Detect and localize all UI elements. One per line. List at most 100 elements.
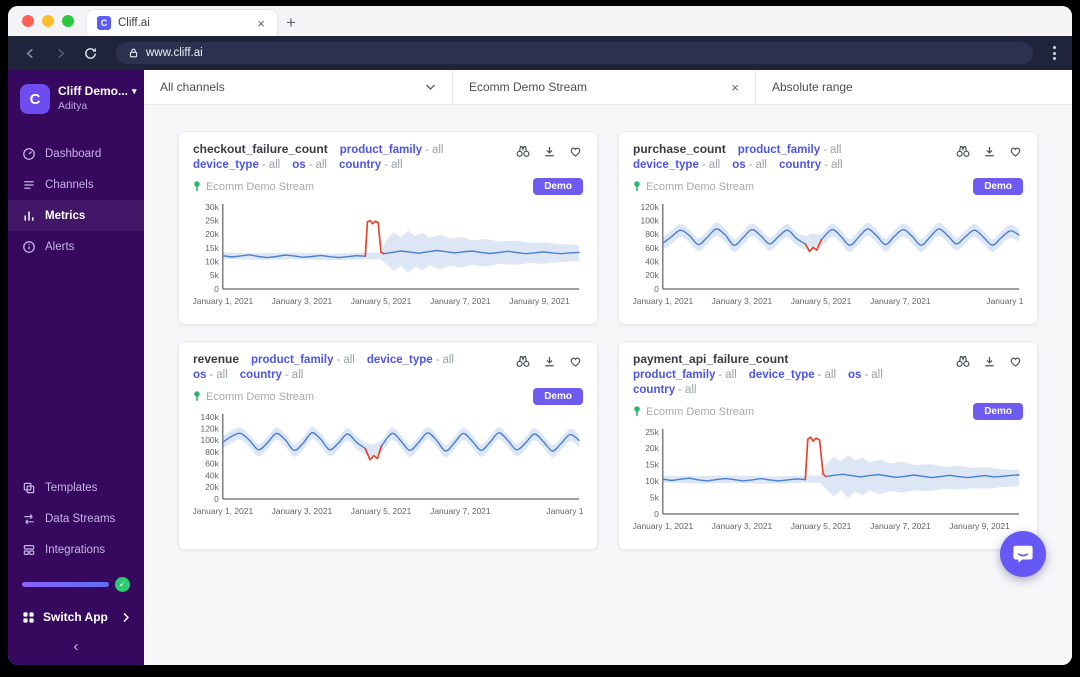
stream-status-icon xyxy=(634,406,640,416)
sidebar-item-templates[interactable]: Templates xyxy=(8,472,144,503)
x-tick-label: January 9, 2021 xyxy=(509,296,570,306)
browser-tab[interactable]: C Cliff.ai × xyxy=(86,9,278,36)
y-tick-label: 40k xyxy=(645,256,659,266)
y-tick-label: 10k xyxy=(645,476,659,486)
stream-name: Ecomm Demo Stream xyxy=(206,390,315,403)
dashboard-icon xyxy=(23,147,35,160)
metric-chart: 0 20k 40k 60k 80k 100k 120k 140k January 1, 2021… xyxy=(193,411,612,528)
sidebar-item-label: Channels xyxy=(45,178,94,191)
workspace-switcher[interactable]: C Cliff Demo... ▾ Aditya xyxy=(8,70,144,124)
metric-tag[interactable]: device_type - all xyxy=(193,159,280,171)
favorite-heart-icon[interactable] xyxy=(568,354,583,369)
metric-tag[interactable]: device_type - all xyxy=(367,354,454,366)
metric-tag[interactable]: os - all xyxy=(732,159,767,171)
templates-icon xyxy=(23,482,35,493)
metric-tag[interactable]: country - all xyxy=(339,159,403,171)
range-filter-dropdown[interactable]: Absolute range xyxy=(756,70,1072,104)
metric-tag[interactable]: os - all xyxy=(193,369,228,381)
range-filter-label: Absolute range xyxy=(772,80,853,94)
channels-filter-label: All channels xyxy=(160,80,225,94)
channels-filter-dropdown[interactable]: All channels xyxy=(144,70,453,104)
sidebar-item-label: Alerts xyxy=(45,240,75,253)
switch-app-button[interactable]: Switch App xyxy=(8,600,144,634)
metric-tag[interactable]: country - all xyxy=(633,384,697,396)
channels-icon xyxy=(24,180,34,189)
sidebar-item-dashboard[interactable]: Dashboard xyxy=(8,138,144,169)
metric-chart: 0 5k 10k 15k 20k 25k 30k January 1, 2021 January… xyxy=(193,201,583,318)
sidebar-item-integrations[interactable]: Integrations xyxy=(8,534,144,565)
y-tick-label: 15k xyxy=(645,460,659,470)
y-tick-label: 80k xyxy=(645,229,659,239)
favorite-heart-icon[interactable] xyxy=(1008,144,1023,159)
metric-tag[interactable]: os - all xyxy=(292,159,327,171)
sidebar-item-label: Metrics xyxy=(45,209,86,222)
stream-name: Ecomm Demo Stream xyxy=(646,405,755,418)
metric-card-revenue: revenue product_family - all device_type - a… xyxy=(178,341,612,550)
explore-binoculars-icon[interactable] xyxy=(955,143,971,159)
onboarding-progress: ✓ xyxy=(22,577,130,592)
url-text: www.cliff.ai xyxy=(146,47,203,59)
sidebar: C Cliff Demo... ▾ Aditya Dashboard Channe… xyxy=(8,70,144,665)
favorite-heart-icon[interactable] xyxy=(1008,354,1023,369)
close-window-button[interactable] xyxy=(22,15,34,27)
metric-tag[interactable]: os - all xyxy=(848,369,883,381)
sidebar-item-metrics[interactable]: Metrics xyxy=(8,200,144,231)
metric-tag[interactable]: country - all xyxy=(779,159,843,171)
y-tick-label: 5k xyxy=(210,270,220,280)
metric-tag[interactable]: device_type - all xyxy=(633,159,720,171)
sidebar-item-alerts[interactable]: Alerts xyxy=(8,231,144,262)
stream-status-icon xyxy=(194,181,200,191)
x-tick-label: January 10, 2021 xyxy=(986,296,1023,306)
y-tick-label: 20k xyxy=(645,270,659,280)
forward-arrow-icon xyxy=(57,48,64,58)
maximize-window-button[interactable] xyxy=(62,15,74,27)
sidebar-item-data-streams[interactable]: Data Streams xyxy=(8,503,144,534)
x-tick-label: January 5, 2021 xyxy=(791,521,852,531)
y-tick-label: 25k xyxy=(205,215,219,225)
progress-bar xyxy=(22,582,109,587)
y-tick-label: 15k xyxy=(205,243,219,253)
sidebar-item-label: Dashboard xyxy=(45,147,102,160)
tab-close-icon[interactable]: × xyxy=(255,17,267,30)
metric-tag[interactable]: device_type - all xyxy=(749,369,836,381)
metric-tag[interactable]: product_family - all xyxy=(340,144,444,156)
metrics-icon xyxy=(24,211,34,221)
refresh-icon xyxy=(84,47,96,59)
clear-filter-icon[interactable]: × xyxy=(731,80,739,95)
metric-tag[interactable]: country - all xyxy=(240,369,304,381)
explore-binoculars-icon[interactable] xyxy=(515,143,531,159)
forward-button[interactable] xyxy=(48,41,72,65)
download-icon[interactable] xyxy=(982,354,997,369)
metrics-grid: checkout_failure_count product_family - al… xyxy=(144,105,1072,576)
collapse-sidebar-button[interactable]: ‹ xyxy=(8,634,144,665)
sidebar-menu: Dashboard Channels Metrics Alerts xyxy=(8,138,144,262)
stream-filter-chip[interactable]: Ecomm Demo Stream × xyxy=(453,70,756,104)
chat-launcher-button[interactable] xyxy=(1000,531,1046,577)
metric-chart-svg: 0 5k 10k 15k 20k 25k January 1, 2021 January 3,… xyxy=(633,427,1020,531)
download-icon[interactable] xyxy=(982,144,997,159)
refresh-button[interactable] xyxy=(78,41,102,65)
progress-complete-icon: ✓ xyxy=(115,577,130,592)
metric-tag[interactable]: product_family - all xyxy=(251,354,355,366)
workspace-name: Cliff Demo... xyxy=(58,84,129,98)
explore-binoculars-icon[interactable] xyxy=(515,353,531,369)
address-bar[interactable]: www.cliff.ai xyxy=(116,42,1033,64)
window-controls xyxy=(8,6,86,36)
sidebar-item-label: Data Streams xyxy=(45,512,116,525)
demo-badge: Demo xyxy=(973,403,1023,420)
browser-menu-button[interactable] xyxy=(1047,46,1062,60)
stream-filter-label: Ecomm Demo Stream xyxy=(469,80,588,94)
metric-tag[interactable]: product_family - all xyxy=(738,144,842,156)
sidebar-item-channels[interactable]: Channels xyxy=(8,169,144,200)
minimize-window-button[interactable] xyxy=(42,15,54,27)
filter-bar: All channels Ecomm Demo Stream × Absolut… xyxy=(144,70,1072,105)
download-icon[interactable] xyxy=(542,354,557,369)
new-tab-button[interactable]: + xyxy=(278,10,304,36)
metric-tag[interactable]: product_family - all xyxy=(633,369,737,381)
explore-binoculars-icon[interactable] xyxy=(955,353,971,369)
y-tick-label: 40k xyxy=(205,470,219,480)
back-button[interactable] xyxy=(18,41,42,65)
download-icon[interactable] xyxy=(542,144,557,159)
y-tick-label: 60k xyxy=(645,243,659,253)
favorite-heart-icon[interactable] xyxy=(568,144,583,159)
